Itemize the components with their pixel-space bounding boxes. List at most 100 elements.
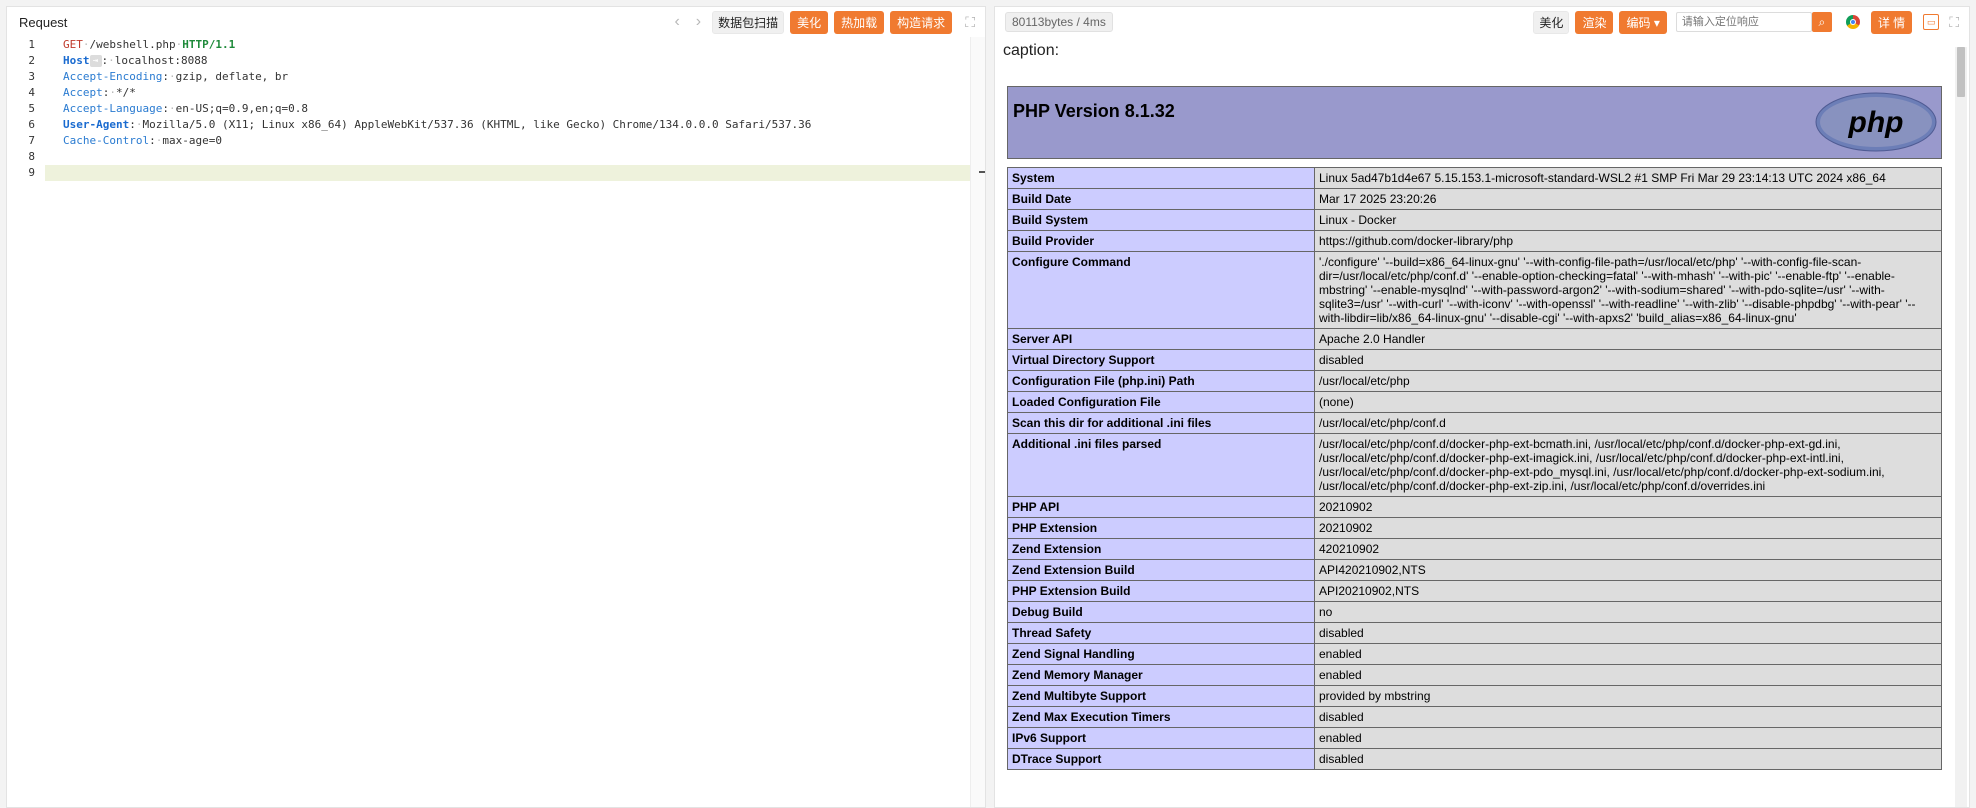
row-key: System — [1007, 167, 1315, 189]
line-number: 2 — [28, 54, 35, 67]
code-line: 1 GET·/webshell.php·HTTP/1.1 — [7, 37, 985, 53]
table-row: Build Provider https://github.com/docker-… — [1007, 230, 1942, 252]
row-value: disabled — [1314, 748, 1942, 770]
line-number: 4 — [28, 86, 35, 99]
row-value: disabled — [1314, 706, 1942, 728]
php-version-title: PHP Version 8.1.32 — [1013, 101, 1175, 121]
code-line-current[interactable]: 9 — [7, 165, 985, 181]
code-line: 7 Cache-Control:·max-age=0 — [7, 133, 985, 149]
encoding-label: 编码 — [1626, 15, 1651, 30]
code-line: 4 Accept:·*/* — [7, 85, 985, 101]
row-value: no — [1314, 601, 1942, 623]
row-value: enabled — [1314, 643, 1942, 665]
header-value: */* — [116, 86, 136, 99]
php-logo: php — [1815, 92, 1937, 152]
code-line: 8 — [7, 149, 985, 165]
row-value: Linux 5ad47b1d4e67 5.15.153.1-microsoft-… — [1314, 167, 1942, 189]
search-icon[interactable]: ⌕ — [1811, 12, 1832, 32]
row-key: Debug Build — [1007, 601, 1315, 623]
editor-scrollbar[interactable] — [970, 37, 985, 807]
row-value: /usr/local/etc/php — [1314, 370, 1942, 392]
row-value: https://github.com/docker-library/php — [1314, 230, 1942, 252]
header-name: User-Agent — [63, 118, 130, 131]
packet-scan-button[interactable]: 数据包扫描 — [712, 10, 785, 34]
php-version-header: PHP Version 8.1.32 php — [1007, 86, 1942, 159]
row-key: PHP Extension Build — [1007, 580, 1315, 602]
row-key: IPv6 Support — [1007, 727, 1315, 749]
encoding-dropdown[interactable]: 编码 ▾ — [1619, 10, 1667, 34]
row-value: disabled — [1314, 349, 1942, 371]
response-search-input[interactable] — [1675, 12, 1812, 32]
expand-icon[interactable]: ⛶ — [965, 14, 975, 31]
comment-icon[interactable]: ▭ — [1923, 14, 1940, 30]
line-number: 1 — [28, 38, 35, 51]
details-button[interactable]: 详 情 — [1870, 10, 1913, 34]
render-button[interactable]: 渲染 — [1575, 10, 1614, 34]
request-protocol: HTTP/1.1 — [182, 38, 236, 51]
row-value: API20210902,NTS — [1314, 580, 1942, 602]
row-value: /usr/local/etc/php/conf.d — [1314, 412, 1942, 434]
table-row: Zend Memory Manager enabled — [1007, 664, 1942, 686]
caption-text: caption: — [1003, 42, 1060, 59]
header-value: Mozilla/5.0 (X11; Linux x86_64) AppleWeb… — [142, 118, 812, 131]
row-key: Zend Signal Handling — [1007, 643, 1315, 665]
expand-icon[interactable]: ⛶ — [1949, 14, 1959, 31]
row-value: 20210902 — [1314, 517, 1942, 539]
table-row: Zend Signal Handling enabled — [1007, 643, 1942, 665]
row-value: (none) — [1314, 391, 1942, 413]
request-editor[interactable]: 1 GET·/webshell.php·HTTP/1.1 2 Host ⇥:·lo… — [7, 37, 985, 807]
table-row: Zend Multibyte Support provided by mbstri… — [1007, 685, 1942, 707]
row-key: Scan this dir for additional .ini files — [1007, 412, 1315, 434]
header-name: Host — [63, 54, 90, 67]
chevron-right-icon[interactable]: › — [696, 13, 701, 31]
row-value: provided by mbstring — [1314, 685, 1942, 707]
beautify-request-button[interactable]: 美化 — [790, 10, 829, 34]
line-number: 7 — [28, 134, 35, 147]
header-value: localhost:8088 — [114, 54, 208, 67]
table-row: PHP Extension 20210902 — [1007, 517, 1942, 539]
row-key: DTrace Support — [1007, 748, 1315, 770]
hot-load-button[interactable]: 热加载 — [834, 10, 885, 34]
row-value: enabled — [1314, 664, 1942, 686]
table-row: Configure Command './configure' '--build=… — [1007, 251, 1942, 329]
chevron-left-icon[interactable]: ‹ — [674, 13, 679, 31]
header-name: Cache-Control — [63, 134, 150, 147]
header-value: en-US;q=0.9,en;q=0.8 — [175, 102, 309, 115]
php-info-table: System Linux 5ad47b1d4e67 5.15.153.1-micr… — [1007, 167, 1942, 770]
row-key: Thread Safety — [1007, 622, 1315, 644]
php-logo-text: php — [1848, 106, 1904, 139]
row-key: Build Provider — [1007, 230, 1315, 252]
row-value: Linux - Docker — [1314, 209, 1942, 231]
code-line: 2 Host ⇥:·localhost:8088 — [7, 53, 985, 69]
request-path: /webshell.php — [89, 38, 176, 51]
row-value: 420210902 — [1314, 538, 1942, 560]
line-number: 9 — [7, 165, 45, 181]
table-row: Loaded Configuration File (none) — [1007, 391, 1942, 413]
table-row: Zend Max Execution Timers disabled — [1007, 706, 1942, 728]
row-key: Additional .ini files parsed — [1007, 433, 1315, 497]
request-title: Request — [19, 14, 68, 30]
row-key: Loaded Configuration File — [1007, 391, 1315, 413]
response-toolbar: 80113bytes / 4ms 美化 渲染 编码 ▾ ⌕ 详 情 ▭ ⛶ — [995, 7, 1969, 37]
table-row: PHP Extension Build API20210902,NTS — [1007, 580, 1942, 602]
row-key: Zend Extension Build — [1007, 559, 1315, 581]
chevron-down-icon: ▾ — [1653, 15, 1660, 30]
response-scrollbar[interactable] — [1955, 47, 1967, 807]
request-toolbar: Request ‹ › 数据包扫描 美化 热加载 构造请求 ⛶ — [7, 7, 985, 37]
header-name: Accept-Encoding — [63, 70, 163, 83]
row-value: disabled — [1314, 622, 1942, 644]
row-key: Zend Extension — [1007, 538, 1315, 560]
table-row: IPv6 Support enabled — [1007, 727, 1942, 749]
line-number: 8 — [28, 150, 35, 163]
table-row: Configuration File (php.ini) Path/usr/lo… — [1007, 370, 1942, 392]
row-key: Zend Max Execution Timers — [1007, 706, 1315, 728]
beautify-response-button[interactable]: 美化 — [1533, 10, 1570, 34]
build-request-button[interactable]: 构造请求 — [890, 10, 953, 34]
code-line: 5 Accept-Language:·en-US;q=0.9,en;q=0.8 — [7, 101, 985, 117]
scrollbar-thumb[interactable] — [1957, 47, 1965, 97]
row-value: Mar 17 2025 23:20:26 — [1314, 188, 1942, 210]
tab-marker-icon: ⇥ — [89, 55, 102, 67]
chrome-icon[interactable] — [1845, 15, 1860, 29]
table-row: Thread Safety disabled — [1007, 622, 1942, 644]
row-value: 20210902 — [1314, 496, 1942, 518]
